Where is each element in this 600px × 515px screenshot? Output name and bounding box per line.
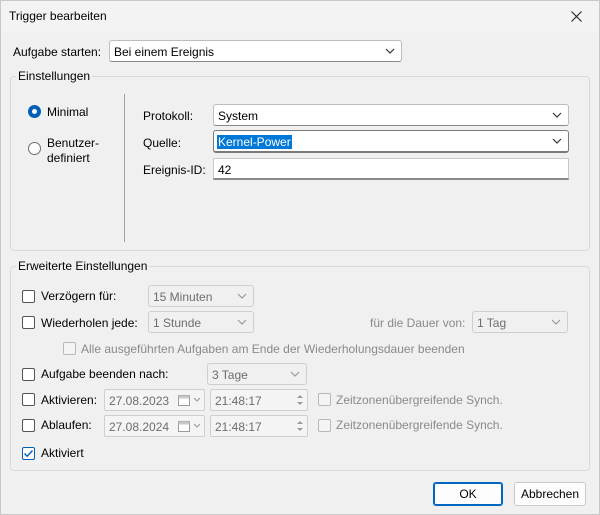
ok-button[interactable]: OK bbox=[433, 482, 503, 506]
radio-minimal-label: Minimal bbox=[47, 105, 89, 119]
title-bar: Trigger bearbeiten bbox=[1, 1, 599, 32]
enabled-checkbox[interactable] bbox=[22, 447, 35, 460]
expire-sync-label: Zeitzonenübergreifende Synch. bbox=[336, 418, 503, 432]
dialog-window: Trigger bearbeiten Aufgabe starten: Bei … bbox=[0, 0, 600, 515]
calendar-icon bbox=[178, 395, 190, 406]
chevron-down-icon bbox=[193, 423, 201, 428]
stop-all-checkbox[interactable] bbox=[63, 342, 76, 355]
activate-sync-checkbox[interactable] bbox=[318, 393, 331, 406]
duration-value: 1 Tag bbox=[477, 316, 507, 330]
activate-time-value: 21:48:17 bbox=[215, 394, 262, 408]
expire-time-picker[interactable]: 21:48:17 bbox=[210, 415, 308, 437]
expire-date-value: 27.08.2024 bbox=[109, 420, 170, 434]
chevron-down-icon bbox=[385, 48, 395, 54]
advanced-group-title: Erweiterte Einstellungen bbox=[16, 259, 150, 273]
chevron-down-icon bbox=[237, 293, 247, 299]
spinner-icon bbox=[297, 395, 303, 405]
expire-date-picker[interactable]: 27.08.2024 bbox=[104, 415, 205, 437]
repeat-label: Wiederholen jede: bbox=[41, 316, 138, 330]
enabled-label: Aktiviert bbox=[41, 446, 84, 460]
protocol-label: Protokoll: bbox=[143, 109, 194, 123]
cancel-button[interactable]: Abbrechen bbox=[514, 482, 586, 506]
delay-combo[interactable]: 15 Minuten bbox=[148, 285, 254, 307]
protocol-combo[interactable]: System bbox=[213, 104, 569, 126]
delay-value: 15 Minuten bbox=[153, 290, 213, 304]
expire-checkbox[interactable] bbox=[22, 419, 35, 432]
window-title: Trigger bearbeiten bbox=[9, 9, 107, 23]
start-task-combo[interactable]: Bei einem Ereignis bbox=[109, 40, 402, 62]
repeat-value: 1 Stunde bbox=[153, 316, 202, 330]
event-id-value: 42 bbox=[218, 163, 232, 177]
chevron-down-icon bbox=[193, 397, 201, 402]
activate-date-picker[interactable]: 27.08.2023 bbox=[104, 389, 205, 411]
duration-label: für die Dauer von: bbox=[370, 316, 466, 330]
radio-custom-label-1: Benutzer- bbox=[47, 136, 100, 150]
event-id-label: Ereignis-ID: bbox=[143, 163, 206, 177]
duration-combo[interactable]: 1 Tag bbox=[472, 311, 568, 333]
activate-sync-label: Zeitzonenübergreifende Synch. bbox=[336, 393, 503, 407]
delay-checkbox[interactable] bbox=[22, 290, 35, 303]
close-button[interactable] bbox=[553, 1, 599, 32]
activate-date-value: 27.08.2023 bbox=[109, 394, 170, 408]
stop-after-label: Aufgabe beenden nach: bbox=[41, 367, 169, 381]
chevron-down-icon bbox=[290, 371, 300, 377]
settings-group-title: Einstellungen bbox=[16, 69, 93, 83]
repeat-combo[interactable]: 1 Stunde bbox=[148, 311, 254, 333]
chevron-down-icon bbox=[552, 138, 562, 144]
checkmark-icon bbox=[24, 450, 34, 458]
stop-after-checkbox[interactable] bbox=[22, 368, 35, 381]
radio-minimal[interactable] bbox=[28, 105, 41, 118]
stop-all-label: Alle ausgeführten Aufgaben am Ende der W… bbox=[81, 342, 465, 356]
source-combo[interactable]: Kernel-Power bbox=[213, 130, 569, 153]
start-task-value: Bei einem Ereignis bbox=[114, 45, 215, 59]
expire-time-value: 21:48:17 bbox=[215, 420, 262, 434]
close-icon bbox=[570, 11, 582, 22]
chevron-down-icon bbox=[552, 112, 562, 118]
expire-label: Ablaufen: bbox=[41, 418, 92, 432]
radio-custom[interactable] bbox=[28, 142, 41, 155]
event-id-input[interactable]: 42 bbox=[213, 158, 569, 180]
calendar-icon bbox=[178, 421, 190, 432]
source-label: Quelle: bbox=[143, 136, 182, 150]
expire-sync-checkbox[interactable] bbox=[318, 419, 331, 432]
repeat-checkbox[interactable] bbox=[22, 316, 35, 329]
activate-label: Aktivieren: bbox=[41, 393, 98, 407]
stop-after-value: 3 Tage bbox=[212, 368, 248, 382]
delay-label: Verzögern für: bbox=[41, 289, 117, 303]
source-value: Kernel-Power bbox=[217, 135, 292, 149]
stop-after-combo[interactable]: 3 Tage bbox=[207, 363, 307, 385]
protocol-value: System bbox=[218, 109, 259, 123]
activate-time-picker[interactable]: 21:48:17 bbox=[210, 389, 308, 411]
activate-checkbox[interactable] bbox=[22, 393, 35, 406]
chevron-down-icon bbox=[237, 319, 247, 325]
start-task-label: Aufgabe starten: bbox=[13, 45, 102, 59]
settings-divider bbox=[124, 94, 125, 242]
spinner-icon bbox=[297, 421, 303, 431]
chevron-down-icon bbox=[551, 319, 561, 325]
source-value-wrap: Kernel-Power bbox=[217, 135, 292, 149]
radio-custom-label-2: definiert bbox=[47, 151, 90, 165]
